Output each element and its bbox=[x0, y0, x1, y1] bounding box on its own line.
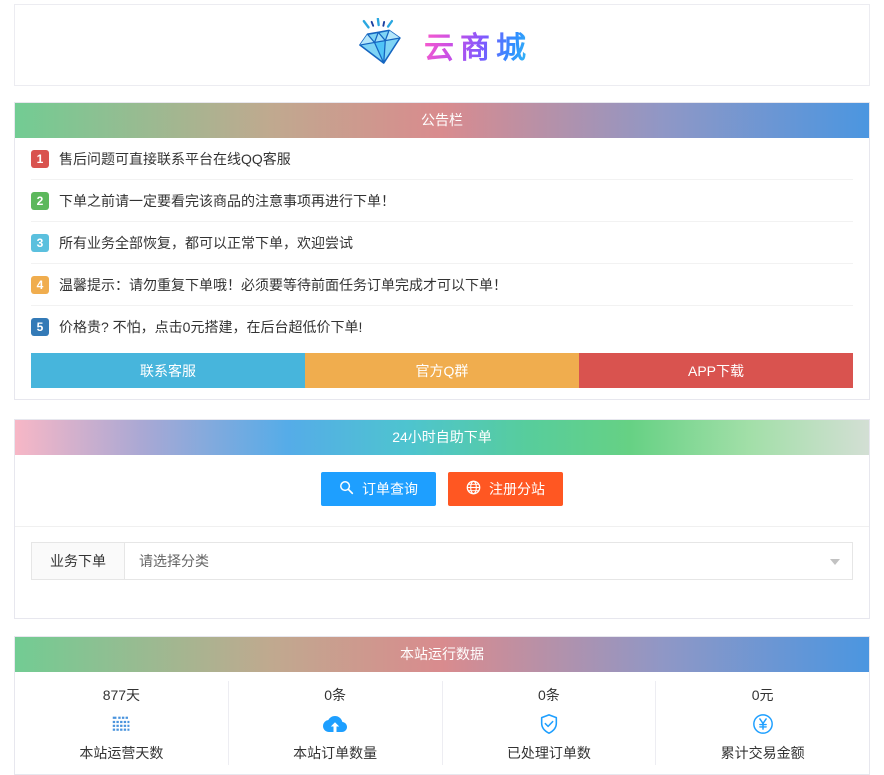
notice-number-badge: 3 bbox=[31, 234, 49, 252]
stat-label: 累计交易金额 bbox=[656, 736, 869, 763]
calendar-grid-icon bbox=[15, 712, 228, 736]
site-title: 云商城 bbox=[424, 23, 532, 67]
contact-support-button[interactable]: 联系客服 bbox=[31, 353, 305, 388]
notice-board-title: 公告栏 bbox=[15, 103, 869, 138]
notice-board-section: 公告栏 1 售后问题可直接联系平台在线QQ客服 2 下单之前请一定要看完该商品的… bbox=[14, 102, 870, 400]
cloud-upload-icon bbox=[229, 712, 442, 736]
stat-item-days: 877天 本站运营天数 bbox=[15, 681, 228, 765]
search-icon bbox=[339, 480, 354, 498]
stat-label: 已处理订单数 bbox=[443, 736, 656, 763]
stat-item-processed: 0条 已处理订单数 bbox=[442, 681, 656, 765]
category-select[interactable]: 请选择分类 bbox=[125, 542, 853, 580]
yen-circle-icon bbox=[656, 712, 869, 736]
order-query-label: 订单查询 bbox=[362, 479, 418, 499]
site-stats-section: 本站运行数据 877天 本站运营天数 bbox=[14, 636, 870, 775]
globe-icon bbox=[466, 480, 481, 498]
stat-value: 0元 bbox=[656, 683, 869, 712]
diamond-logo-icon bbox=[352, 18, 410, 73]
notice-board-buttons: 联系客服 官方Q群 APP下载 bbox=[15, 348, 869, 399]
chevron-down-icon bbox=[830, 559, 840, 565]
stat-label: 本站运营天数 bbox=[15, 736, 228, 763]
order-action-buttons: 订单查询 注册分站 bbox=[15, 455, 869, 516]
notice-text: 下单之前请一定要看完该商品的注意事项再进行下单！ bbox=[59, 191, 395, 211]
notice-text: 价格贵? 不怕，点击0元搭建，在后台超低价下单! bbox=[59, 317, 362, 337]
notice-number-badge: 2 bbox=[31, 192, 49, 210]
notice-item: 3 所有业务全部恢复，都可以正常下单，欢迎尝试 bbox=[31, 222, 853, 264]
order-query-button[interactable]: 订单查询 bbox=[321, 472, 436, 506]
stat-label: 本站订单数量 bbox=[229, 736, 442, 763]
notice-text: 所有业务全部恢复，都可以正常下单，欢迎尝试 bbox=[59, 233, 353, 253]
stat-item-orders: 0条 本站订单数量 bbox=[228, 681, 442, 765]
site-stats-title: 本站运行数据 bbox=[15, 637, 869, 672]
official-qq-group-button[interactable]: 官方Q群 bbox=[305, 353, 579, 388]
stats-row: 877天 本站运营天数 0条 bbox=[15, 672, 869, 774]
stat-value: 0条 bbox=[229, 683, 442, 712]
page: 云商城 公告栏 1 售后问题可直接联系平台在线QQ客服 2 下单之前请一定要看完… bbox=[14, 4, 870, 775]
notice-item: 1 售后问题可直接联系平台在线QQ客服 bbox=[31, 138, 853, 180]
notice-item: 2 下单之前请一定要看完该商品的注意事项再进行下单！ bbox=[31, 180, 853, 222]
self-order-section: 24小时自助下单 订单查询 bbox=[14, 419, 870, 619]
stat-item-amount: 0元 累计交易金额 bbox=[655, 681, 869, 765]
app-download-button[interactable]: APP下载 bbox=[579, 353, 853, 388]
register-substation-label: 注册分站 bbox=[489, 479, 545, 499]
order-form-row: 业务下单 请选择分类 bbox=[15, 526, 869, 618]
notice-number-badge: 4 bbox=[31, 276, 49, 294]
self-order-title: 24小时自助下单 bbox=[15, 420, 869, 455]
notice-list: 1 售后问题可直接联系平台在线QQ客服 2 下单之前请一定要看完该商品的注意事项… bbox=[15, 138, 869, 348]
notice-number-badge: 5 bbox=[31, 318, 49, 336]
site-header: 云商城 bbox=[14, 4, 870, 86]
notice-number-badge: 1 bbox=[31, 150, 49, 168]
notice-text: 售后问题可直接联系平台在线QQ客服 bbox=[59, 149, 291, 169]
order-form-label: 业务下单 bbox=[31, 542, 125, 580]
notice-text: 温馨提示：请勿重复下单哦！必须要等待前面任务订单完成才可以下单！ bbox=[59, 275, 507, 295]
notice-item: 4 温馨提示：请勿重复下单哦！必须要等待前面任务订单完成才可以下单！ bbox=[31, 264, 853, 306]
notice-item: 5 价格贵? 不怕，点击0元搭建，在后台超低价下单! bbox=[31, 306, 853, 348]
stat-value: 0条 bbox=[443, 683, 656, 712]
stat-value: 877天 bbox=[15, 683, 228, 712]
register-substation-button[interactable]: 注册分站 bbox=[448, 472, 563, 506]
category-select-value: 请选择分类 bbox=[139, 551, 209, 571]
shield-check-icon bbox=[443, 712, 656, 736]
